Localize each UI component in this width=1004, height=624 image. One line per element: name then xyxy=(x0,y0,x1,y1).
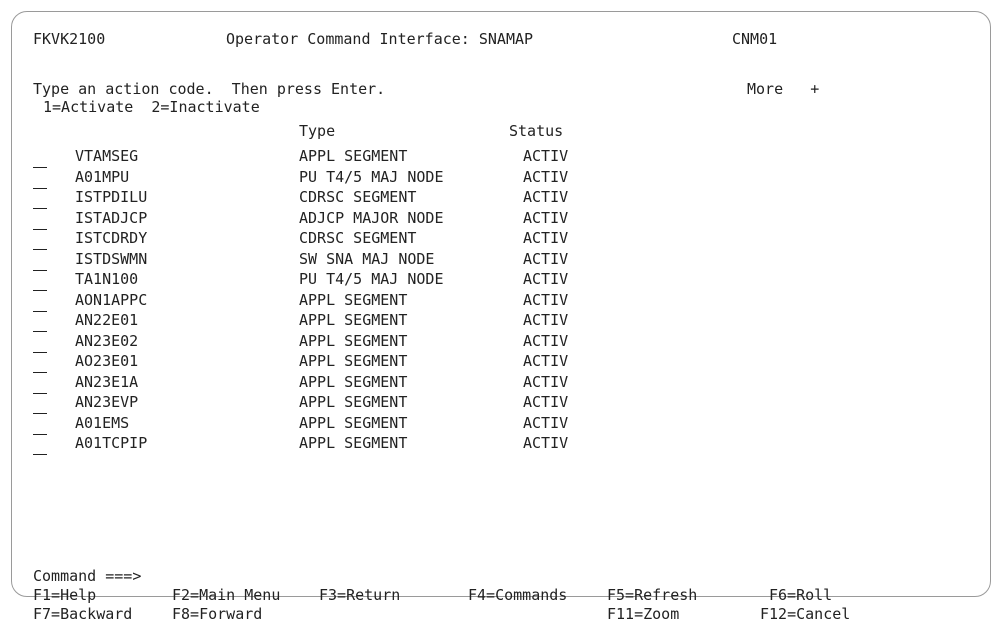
resource-status: ACTIV xyxy=(523,270,569,288)
resource-status: ACTIV xyxy=(523,414,569,432)
resource-type: APPL SEGMENT xyxy=(299,311,408,329)
resource-name: AN23EVP xyxy=(75,393,139,411)
resource-status: ACTIV xyxy=(523,188,569,206)
resource-name: AN22E01 xyxy=(75,311,139,329)
panel-title: Operator Command Interface: SNAMAP xyxy=(226,30,534,48)
resource-name: AO23E01 xyxy=(75,352,139,370)
action-code-field[interactable] xyxy=(33,251,47,271)
resource-type: PU T4/5 MAJ NODE xyxy=(299,270,444,288)
action-code-field[interactable] xyxy=(33,210,47,230)
resource-status: ACTIV xyxy=(523,291,569,309)
resource-name: A01EMS xyxy=(75,414,130,432)
resource-type: CDRSC SEGMENT xyxy=(299,229,417,247)
f2-main-menu-key[interactable]: F2=Main Menu xyxy=(172,585,280,605)
action-code-field[interactable] xyxy=(33,148,47,168)
resource-type: APPL SEGMENT xyxy=(299,352,408,370)
action-code-field[interactable] xyxy=(33,435,47,455)
resource-status: ACTIV xyxy=(523,373,569,391)
resource-type: APPL SEGMENT xyxy=(299,393,408,411)
resource-name: A01MPU xyxy=(75,168,130,186)
f12-cancel-key[interactable]: F12=Cancel xyxy=(760,604,850,624)
panel-id: FKVK2100 xyxy=(33,30,106,48)
action-code-field[interactable] xyxy=(33,353,47,373)
resource-status: ACTIV xyxy=(523,209,569,227)
resource-type: APPL SEGMENT xyxy=(299,434,408,452)
resource-status: ACTIV xyxy=(523,250,569,268)
resource-name: AN23E1A xyxy=(75,373,139,391)
resource-status: ACTIV xyxy=(523,434,569,452)
resource-type: APPL SEGMENT xyxy=(299,291,408,309)
action-codes-legend: 1=Activate 2=Inactivate xyxy=(43,98,260,116)
action-code-field[interactable] xyxy=(33,333,47,353)
more-indicator: More + xyxy=(747,80,820,98)
resource-type: CDRSC SEGMENT xyxy=(299,188,417,206)
f1-help-key[interactable]: F1=Help xyxy=(33,585,96,605)
f6-roll-key[interactable]: F6=Roll xyxy=(769,585,832,605)
action-code-field[interactable] xyxy=(33,374,47,394)
command-input[interactable] xyxy=(126,566,956,586)
action-code-field[interactable] xyxy=(33,169,47,189)
resource-status: ACTIV xyxy=(523,311,569,329)
f3-return-key[interactable]: F3=Return xyxy=(319,585,400,605)
resource-name: A01TCPIP xyxy=(75,434,148,452)
resource-status: ACTIV xyxy=(523,229,569,247)
f11-zoom-key[interactable]: F11=Zoom xyxy=(607,604,679,624)
f7-backward-key[interactable]: F7=Backward xyxy=(33,604,132,624)
resource-name: AON1APPC xyxy=(75,291,148,309)
action-code-field[interactable] xyxy=(33,394,47,414)
resource-type: ADJCP MAJOR NODE xyxy=(299,209,444,227)
action-code-field[interactable] xyxy=(33,189,47,209)
resource-type: APPL SEGMENT xyxy=(299,373,408,391)
resource-type: SW SNA MAJ NODE xyxy=(299,250,435,268)
resource-status: ACTIV xyxy=(523,393,569,411)
action-code-field[interactable] xyxy=(33,271,47,291)
resource-type: APPL SEGMENT xyxy=(299,332,408,350)
column-header-type: Type xyxy=(299,122,336,140)
resource-status: ACTIV xyxy=(523,168,569,186)
resource-status: ACTIV xyxy=(523,147,569,165)
action-code-field[interactable] xyxy=(33,415,47,435)
f5-refresh-key[interactable]: F5=Refresh xyxy=(607,585,697,605)
resource-name: TA1N100 xyxy=(75,270,139,288)
instruction-text: Type an action code. Then press Enter. xyxy=(33,80,386,98)
resource-name: ISTADJCP xyxy=(75,209,148,227)
system-name: CNM01 xyxy=(732,30,778,48)
resource-type: APPL SEGMENT xyxy=(299,414,408,432)
column-header-status: Status xyxy=(509,122,564,140)
action-code-field[interactable] xyxy=(33,292,47,312)
resource-name: ISTDSWMN xyxy=(75,250,148,268)
resource-name: ISTPDILU xyxy=(75,188,148,206)
resource-type: PU T4/5 MAJ NODE xyxy=(299,168,444,186)
f4-commands-key[interactable]: F4=Commands xyxy=(468,585,567,605)
action-code-field[interactable] xyxy=(33,312,47,332)
f8-forward-key[interactable]: F8=Forward xyxy=(172,604,262,624)
resource-name: AN23E02 xyxy=(75,332,139,350)
resource-status: ACTIV xyxy=(523,332,569,350)
action-code-field[interactable] xyxy=(33,230,47,250)
resource-name: ISTCDRDY xyxy=(75,229,148,247)
resource-type: APPL SEGMENT xyxy=(299,147,408,165)
resource-status: ACTIV xyxy=(523,352,569,370)
resource-name: VTAMSEG xyxy=(75,147,139,165)
